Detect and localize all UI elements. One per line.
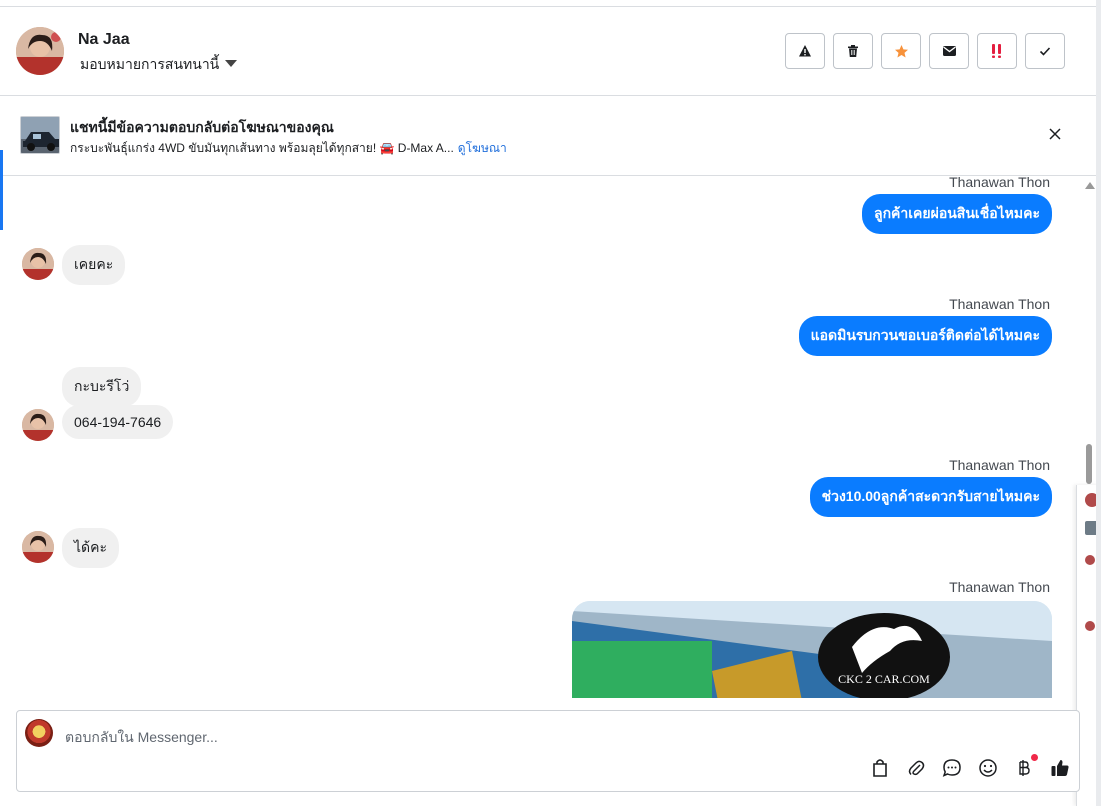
outgoing-message[interactable]: ช่วง10.00ลูกค้าสะดวกรับสายไหมคะ bbox=[809, 477, 1052, 517]
attach-button[interactable] bbox=[905, 757, 927, 779]
check-icon bbox=[1039, 47, 1051, 56]
saved-replies-button[interactable] bbox=[941, 757, 963, 779]
star-icon bbox=[894, 44, 908, 57]
spam-button[interactable] bbox=[977, 33, 1017, 69]
chat-bubble-icon bbox=[942, 759, 961, 777]
emoji-icon bbox=[979, 759, 997, 777]
incoming-message[interactable]: เคยคะ bbox=[62, 245, 126, 285]
incoming-message[interactable]: 064-194-7646 bbox=[62, 405, 174, 439]
spam-icon bbox=[992, 44, 1001, 58]
trash-icon bbox=[848, 45, 858, 57]
mail-icon bbox=[942, 46, 956, 56]
like-button[interactable] bbox=[1049, 757, 1071, 779]
reply-composer[interactable]: ตอบกลับใน Messenger... bbox=[16, 710, 1080, 792]
conversation-header: Na Jaa มอบหมายการสนทนานี้ bbox=[0, 7, 1096, 96]
header-actions bbox=[785, 33, 1065, 69]
avatar[interactable] bbox=[1085, 555, 1095, 565]
sender-name: Thanawan Thon bbox=[949, 176, 1050, 190]
avatar[interactable] bbox=[22, 409, 54, 441]
mark-unread-button[interactable] bbox=[929, 33, 969, 69]
ad-thumbnail[interactable] bbox=[20, 116, 60, 154]
sender-name: Thanawan Thon bbox=[949, 296, 1050, 312]
assign-label: มอบหมายการสนทนานี้ bbox=[80, 56, 220, 72]
messenger-inbox: Na Jaa มอบหมายการสนทนานี้ แชทนี้มีข้อควา… bbox=[0, 0, 1101, 806]
notification-dot bbox=[1031, 754, 1038, 761]
incoming-message[interactable]: กะบะรีโว่ bbox=[62, 367, 142, 407]
mark-done-button[interactable] bbox=[1025, 33, 1065, 69]
avatar[interactable] bbox=[22, 248, 54, 280]
close-banner-button[interactable] bbox=[1047, 126, 1063, 142]
window-edge bbox=[1096, 0, 1101, 806]
assign-conversation-dropdown[interactable]: มอบหมายการสนทนานี้ bbox=[80, 54, 238, 76]
ad-description: กระบะพันธุ์แกร่ง 4WD ขับมันทุกเส้นทาง พร… bbox=[70, 141, 454, 155]
emoji-button[interactable] bbox=[977, 757, 999, 779]
ad-title: แชทนี้มีข้อความตอบกลับต่อโฆษณาของคุณ bbox=[70, 119, 334, 135]
bag-icon bbox=[873, 759, 887, 777]
contact-name: Na Jaa bbox=[78, 31, 130, 48]
scroll-thumb[interactable] bbox=[1086, 444, 1092, 484]
shop-button[interactable] bbox=[869, 757, 891, 779]
payment-button[interactable] bbox=[1013, 754, 1038, 779]
avatar[interactable] bbox=[16, 27, 64, 75]
composer-tools bbox=[869, 754, 1071, 779]
outgoing-message[interactable]: ลูกค้าเคยผ่อนสินเชื่อไหมคะ bbox=[861, 194, 1052, 234]
caret-down-icon bbox=[225, 59, 238, 67]
message-list: Thanawan Thon ลูกค้าเคยผ่อนสินเชื่อไหมคะ… bbox=[0, 176, 1080, 698]
sender-name: Thanawan Thon bbox=[949, 579, 1050, 595]
ad-subtitle: กระบะพันธุ์แกร่ง 4WD ขับมันทุกเส้นทาง พร… bbox=[70, 139, 507, 158]
scroll-up-arrow-icon[interactable] bbox=[1085, 182, 1095, 189]
thumbs-up-icon bbox=[1051, 760, 1069, 776]
avatar[interactable] bbox=[22, 531, 54, 563]
avatar[interactable] bbox=[1085, 621, 1095, 631]
ad-reply-banner: แชทนี้มีข้อความตอบกลับต่อโฆษณาของคุณ กระ… bbox=[0, 96, 1096, 176]
close-icon bbox=[1049, 128, 1061, 140]
report-button[interactable] bbox=[785, 33, 825, 69]
image-message[interactable]: CKC 2 CAR.COM bbox=[572, 601, 1052, 698]
paperclip-icon bbox=[908, 760, 925, 776]
delete-button[interactable] bbox=[833, 33, 873, 69]
warning-icon bbox=[799, 45, 811, 57]
sender-name: Thanawan Thon bbox=[949, 457, 1050, 473]
image-logo-text: CKC 2 CAR.COM bbox=[838, 672, 930, 686]
page-avatar bbox=[25, 719, 53, 747]
reply-input[interactable]: ตอบกลับใน Messenger... bbox=[65, 727, 218, 749]
view-ad-link[interactable]: ดูโฆษณา bbox=[458, 139, 507, 158]
incoming-message[interactable]: ได้คะ bbox=[62, 528, 120, 568]
star-button[interactable] bbox=[881, 33, 921, 69]
baht-icon bbox=[1019, 760, 1030, 776]
outgoing-message[interactable]: แอดมินรบกวนขอเบอร์ติดต่อได้ไหมคะ bbox=[798, 316, 1052, 356]
